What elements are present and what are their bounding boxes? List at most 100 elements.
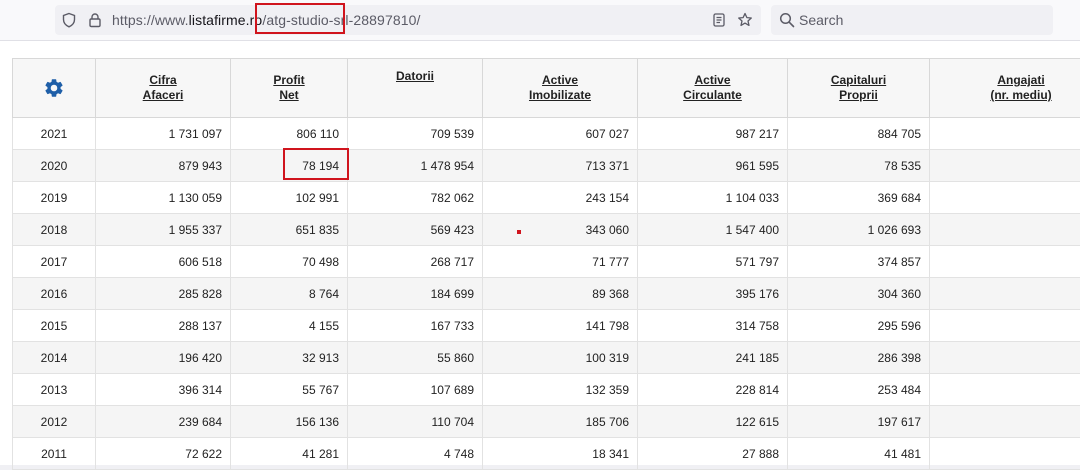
value-cell: 395 176: [638, 278, 788, 310]
value-cell: 6: [930, 182, 1080, 214]
year-cell: 2012: [13, 406, 96, 438]
table-row: 20181 955 337651 835569 423343 0601 547 …: [13, 214, 1080, 246]
value-cell: 713 371: [483, 150, 638, 182]
value-cell: 32 913: [231, 342, 348, 374]
header-capitaluri-proprii[interactable]: CapitaluriProprii: [788, 59, 930, 118]
value-cell: 70 498: [231, 246, 348, 278]
value-cell: 253 484: [788, 374, 930, 406]
value-cell: 122 615: [638, 406, 788, 438]
value-cell: 961 595: [638, 150, 788, 182]
year-cell: 2017: [13, 246, 96, 278]
header-line: Active: [638, 73, 787, 88]
value-cell: 55 767: [231, 374, 348, 406]
value-cell: 167 733: [348, 310, 483, 342]
value-cell: 1 130 059: [96, 182, 231, 214]
value-cell: 55 860: [348, 342, 483, 374]
value-cell: 241 185: [638, 342, 788, 374]
header-angajati[interactable]: Angajati(nr. mediu): [930, 59, 1080, 118]
value-cell: 107 689: [348, 374, 483, 406]
header-cifra-afaceri[interactable]: CifraAfaceri: [96, 59, 231, 118]
bookmark-star-icon[interactable]: [737, 12, 753, 28]
search-box[interactable]: Search: [771, 5, 1053, 35]
value-cell: 651 835: [231, 214, 348, 246]
url-domain: listafirme.ro: [189, 12, 263, 28]
value-cell: 374 857: [788, 246, 930, 278]
value-cell: 709 539: [348, 118, 483, 150]
value-cell: 8 764: [231, 278, 348, 310]
table-row: 2015288 1374 155167 733141 798314 758295…: [13, 310, 1080, 342]
value-cell: 184 699: [348, 278, 483, 310]
value-cell: 1: [930, 342, 1080, 374]
value-cell: 243 154: [483, 182, 638, 214]
value-cell: 197 617: [788, 406, 930, 438]
value-cell: 100 319: [483, 342, 638, 374]
browser-toolbar: https://www.listafirme.ro/atg-studio-srl…: [0, 0, 1080, 41]
value-cell: 7: [930, 150, 1080, 182]
header-line: Imobilizate: [483, 88, 637, 103]
lock-icon[interactable]: [87, 12, 103, 28]
value-cell: 185 706: [483, 406, 638, 438]
value-cell: 607 027: [483, 118, 638, 150]
url-bar[interactable]: https://www.listafirme.ro/atg-studio-srl…: [55, 5, 761, 35]
value-cell: 89 368: [483, 278, 638, 310]
value-cell: 343 060: [483, 214, 638, 246]
search-placeholder: Search: [799, 12, 843, 28]
header-datorii[interactable]: Datorii: [348, 59, 483, 118]
value-cell: 1 731 097: [96, 118, 231, 150]
value-cell: 6: [930, 214, 1080, 246]
value-cell: 884 705: [788, 118, 930, 150]
value-cell: 3: [930, 246, 1080, 278]
header-line: Proprii: [788, 88, 929, 103]
value-cell: 1 478 954: [348, 150, 483, 182]
year-cell: 2019: [13, 182, 96, 214]
value-cell: 1: [930, 374, 1080, 406]
value-cell: 295 596: [788, 310, 930, 342]
value-cell: 1 026 693: [788, 214, 930, 246]
table-row: 20191 130 059102 991782 062243 1541 104 …: [13, 182, 1080, 214]
year-cell: 2018: [13, 214, 96, 246]
value-cell: 569 423: [348, 214, 483, 246]
value-cell: 288 137: [96, 310, 231, 342]
red-marker: [517, 230, 521, 234]
value-cell: 156 136: [231, 406, 348, 438]
header-line: Capitaluri: [788, 73, 929, 88]
table-row: 2020879 94378 1941 478 954713 371961 595…: [13, 150, 1080, 182]
search-icon: [779, 12, 795, 28]
header-profit-net[interactable]: ProfitNet: [231, 59, 348, 118]
header-line: Cifra: [96, 73, 230, 88]
profit-highlight-box: [283, 148, 349, 180]
value-cell: 1: [930, 406, 1080, 438]
header-line: Angajati: [930, 73, 1080, 88]
value-cell: 606 518: [96, 246, 231, 278]
header-line: Afaceri: [96, 88, 230, 103]
table-row: 2014196 42032 91355 860100 319241 185286…: [13, 342, 1080, 374]
value-cell: 304 360: [788, 278, 930, 310]
gear-icon[interactable]: [43, 77, 65, 99]
header-line: Datorii: [348, 69, 482, 84]
table-row: 2013396 31455 767107 689132 359228 81425…: [13, 374, 1080, 406]
value-cell: 369 684: [788, 182, 930, 214]
value-cell: 782 062: [348, 182, 483, 214]
value-cell: 571 797: [638, 246, 788, 278]
value-cell: 1: [930, 310, 1080, 342]
header-active-circulante[interactable]: ActiveCirculante: [638, 59, 788, 118]
settings-header-cell[interactable]: [13, 59, 96, 118]
year-cell: 2021: [13, 118, 96, 150]
value-cell: 285 828: [96, 278, 231, 310]
reader-view-icon[interactable]: [711, 12, 727, 28]
shield-icon[interactable]: [61, 12, 77, 28]
financial-table: CifraAfaceri ProfitNet Datorii ActiveImo…: [12, 58, 1080, 470]
year-cell: 2013: [13, 374, 96, 406]
header-line: Profit: [231, 73, 347, 88]
value-cell: 196 420: [96, 342, 231, 374]
year-cell: 2015: [13, 310, 96, 342]
header-line: (nr. mediu): [930, 88, 1080, 103]
page-content: CifraAfaceri ProfitNet Datorii ActiveImo…: [0, 41, 1080, 465]
value-cell: 71 777: [483, 246, 638, 278]
table-row: 2017606 51870 498268 71771 777571 797374…: [13, 246, 1080, 278]
header-line: Net: [231, 88, 347, 103]
header-line: Active: [483, 73, 637, 88]
header-active-imobilizate[interactable]: ActiveImobilizate: [483, 59, 638, 118]
value-cell: 879 943: [96, 150, 231, 182]
value-cell: 4 155: [231, 310, 348, 342]
